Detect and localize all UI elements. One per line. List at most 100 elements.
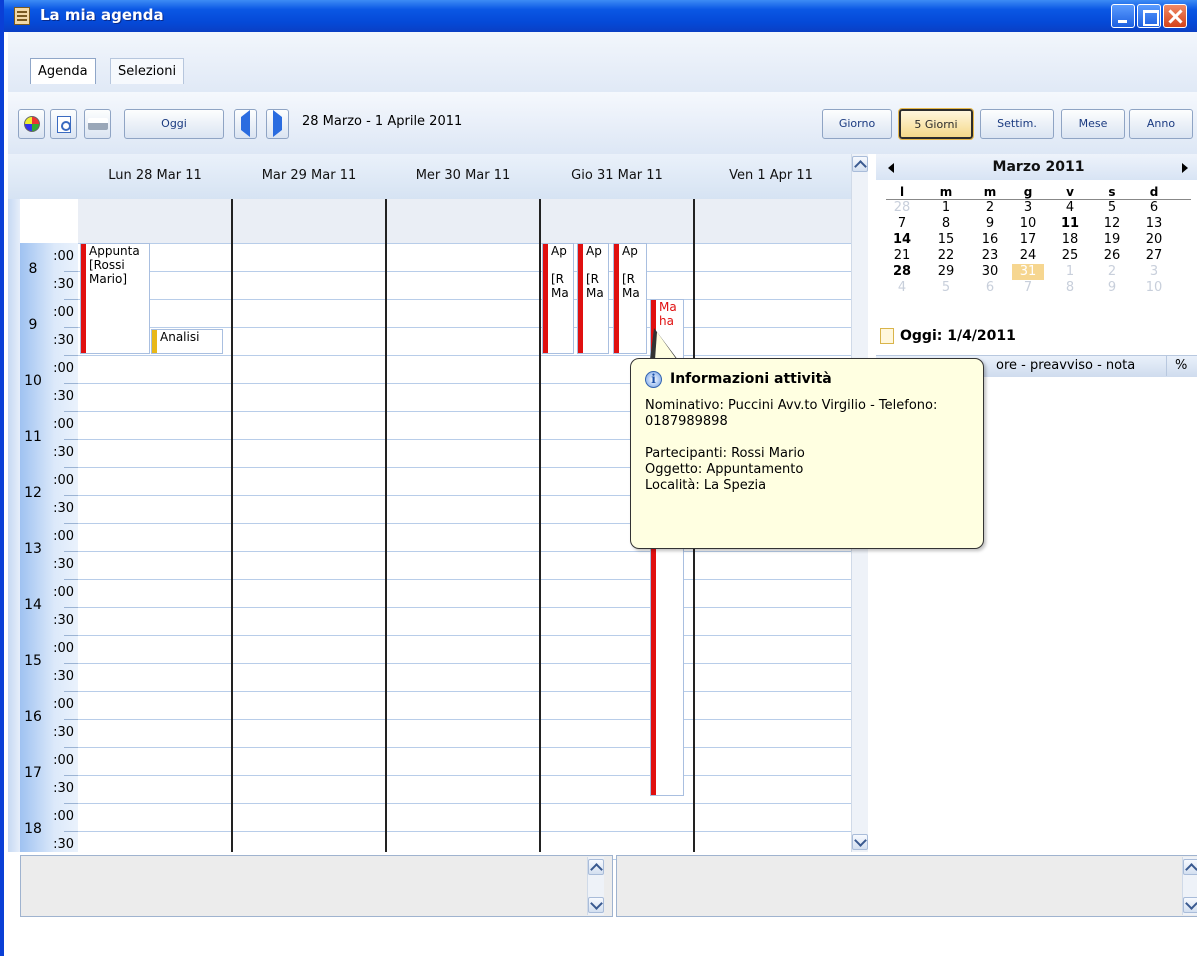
- mini-calendar-day[interactable]: 26: [1096, 248, 1128, 264]
- today-indicator[interactable]: Oggi: 1/4/2011: [880, 328, 1016, 344]
- mini-calendar-day[interactable]: 31: [1012, 264, 1044, 280]
- hour-label: 10: [24, 373, 42, 389]
- mini-calendar-day[interactable]: 28: [886, 264, 918, 280]
- view-year-button[interactable]: Anno: [1129, 109, 1193, 139]
- scroll-up-button[interactable]: [852, 156, 868, 172]
- mini-calendar-day[interactable]: 20: [1138, 232, 1170, 248]
- mini-calendar-day[interactable]: 7: [1012, 280, 1044, 296]
- mini-calendar-day[interactable]: 24: [1012, 248, 1044, 264]
- tab-agenda[interactable]: Agenda: [30, 58, 96, 84]
- mini-calendar-day[interactable]: 16: [974, 232, 1006, 248]
- day-header-fri[interactable]: Ven 1 Apr 11: [694, 154, 848, 199]
- scroll-down-button[interactable]: [852, 834, 868, 850]
- mini-calendar-day[interactable]: 21: [886, 248, 918, 264]
- mini-calendar-day[interactable]: 13: [1138, 216, 1170, 232]
- minute-label: :30: [53, 669, 74, 684]
- left-pane-scroll-up[interactable]: [588, 859, 604, 875]
- left-pane-scrollbar[interactable]: [587, 857, 604, 915]
- mini-calendar-day[interactable]: 8: [1054, 280, 1086, 296]
- slot-line: [78, 551, 851, 552]
- view-month-button[interactable]: Mese: [1061, 109, 1125, 139]
- today-button[interactable]: Oggi: [124, 109, 224, 139]
- mini-calendar-day[interactable]: 6: [974, 280, 1006, 296]
- mini-calendar-day[interactable]: 14: [886, 232, 918, 248]
- appointment[interactable]: Ap [R Ma: [613, 243, 647, 354]
- mini-calendar-day[interactable]: 4: [886, 280, 918, 296]
- hour-label: 11: [24, 429, 42, 445]
- print-button[interactable]: [84, 109, 111, 139]
- view-week-button[interactable]: Settim.: [980, 109, 1054, 139]
- mini-calendar-day[interactable]: 9: [1096, 280, 1128, 296]
- close-button[interactable]: [1163, 4, 1187, 28]
- mini-calendar-day[interactable]: 3: [1012, 200, 1044, 216]
- right-pane-scroll-up[interactable]: [1183, 859, 1197, 875]
- title-bar[interactable]: La mia agenda: [4, 0, 1197, 32]
- mini-calendar-day[interactable]: 6: [1138, 200, 1170, 216]
- slot-line: [78, 243, 851, 244]
- mini-calendar-day[interactable]: 19: [1096, 232, 1128, 248]
- mini-calendar-day[interactable]: 18: [1054, 232, 1086, 248]
- mini-calendar-day[interactable]: 8: [930, 216, 962, 232]
- view-day-button[interactable]: Giorno: [822, 109, 892, 139]
- day-header-mon[interactable]: Lun 28 Mar 11: [78, 154, 232, 199]
- view-5-days-button[interactable]: 5 Giorni: [898, 108, 974, 140]
- mini-calendar-day[interactable]: 2: [1096, 264, 1128, 280]
- hour-label: 12: [24, 485, 42, 501]
- mini-calendar-day[interactable]: 1: [1054, 264, 1086, 280]
- tab-selezioni[interactable]: Selezioni: [110, 58, 185, 84]
- mini-calendar-day[interactable]: 2: [974, 200, 1006, 216]
- hour-label: 17: [24, 765, 42, 781]
- notes-pane-right[interactable]: [616, 855, 1197, 917]
- previous-period-button[interactable]: [234, 109, 257, 139]
- mini-calendar-day[interactable]: 25: [1054, 248, 1086, 264]
- mini-calendar-day[interactable]: 29: [930, 264, 962, 280]
- list-column-percent[interactable]: %: [1166, 356, 1187, 376]
- mini-calendar-day[interactable]: 12: [1096, 216, 1128, 232]
- minute-label: :00: [53, 809, 74, 824]
- print-preview-button[interactable]: [50, 109, 77, 139]
- mini-calendar-day[interactable]: 3: [1138, 264, 1170, 280]
- mini-calendar-day[interactable]: 10: [1012, 216, 1044, 232]
- maximize-button[interactable]: [1137, 4, 1161, 28]
- day-header-wed[interactable]: Mer 30 Mar 11: [386, 154, 540, 199]
- minimize-button[interactable]: [1111, 4, 1135, 28]
- next-period-button[interactable]: [266, 109, 289, 139]
- appointment[interactable]: Ap [R Ma: [542, 243, 574, 354]
- mini-calendar-day[interactable]: 9: [974, 216, 1006, 232]
- mini-calendar-day[interactable]: 30: [974, 264, 1006, 280]
- mini-calendar-day[interactable]: 11: [1054, 216, 1086, 232]
- mini-calendar-day[interactable]: 27: [1138, 248, 1170, 264]
- minute-label: :00: [53, 529, 74, 544]
- mini-calendar-day[interactable]: 23: [974, 248, 1006, 264]
- day-header-tue[interactable]: Mar 29 Mar 11: [232, 154, 386, 199]
- right-pane-scrollbar[interactable]: [1182, 857, 1197, 915]
- hour-label: 14: [24, 597, 42, 613]
- list-column-time[interactable]: ore - preavviso - nota: [996, 356, 1135, 376]
- mini-calendar-day[interactable]: 4: [1054, 200, 1086, 216]
- next-month-icon[interactable]: [1182, 163, 1188, 173]
- mini-calendar-day[interactable]: 7: [886, 216, 918, 232]
- mini-calendar-day[interactable]: 5: [1096, 200, 1128, 216]
- notes-pane-left[interactable]: [20, 855, 613, 917]
- right-pane-scroll-down[interactable]: [1183, 897, 1197, 913]
- day-header-thu[interactable]: Gio 31 Mar 11: [540, 154, 694, 199]
- all-day-area[interactable]: [78, 199, 851, 243]
- hour-label: 13: [24, 541, 42, 557]
- day-divider: [231, 199, 233, 852]
- mini-calendar-day[interactable]: 28: [886, 200, 918, 216]
- slot-line: [78, 775, 851, 776]
- mini-calendar-day[interactable]: 5: [930, 280, 962, 296]
- color-settings-button[interactable]: [18, 109, 45, 139]
- mini-calendar-day[interactable]: 10: [1138, 280, 1170, 296]
- appointment[interactable]: Analisi: [151, 329, 223, 354]
- slot-line: [78, 607, 851, 608]
- left-pane-scroll-down[interactable]: [588, 897, 604, 913]
- appointment[interactable]: Appunta [Rossi Mario]: [80, 243, 150, 354]
- appointment[interactable]: Ap [R Ma: [577, 243, 609, 354]
- slot-line: [78, 299, 851, 300]
- mini-calendar-day[interactable]: 22: [930, 248, 962, 264]
- mini-calendar-day[interactable]: 15: [930, 232, 962, 248]
- mini-calendar-day[interactable]: 1: [930, 200, 962, 216]
- mini-calendar-day[interactable]: 17: [1012, 232, 1044, 248]
- agenda-window: La mia agenda Agenda Selezioni Oggi 28 M…: [0, 0, 1197, 956]
